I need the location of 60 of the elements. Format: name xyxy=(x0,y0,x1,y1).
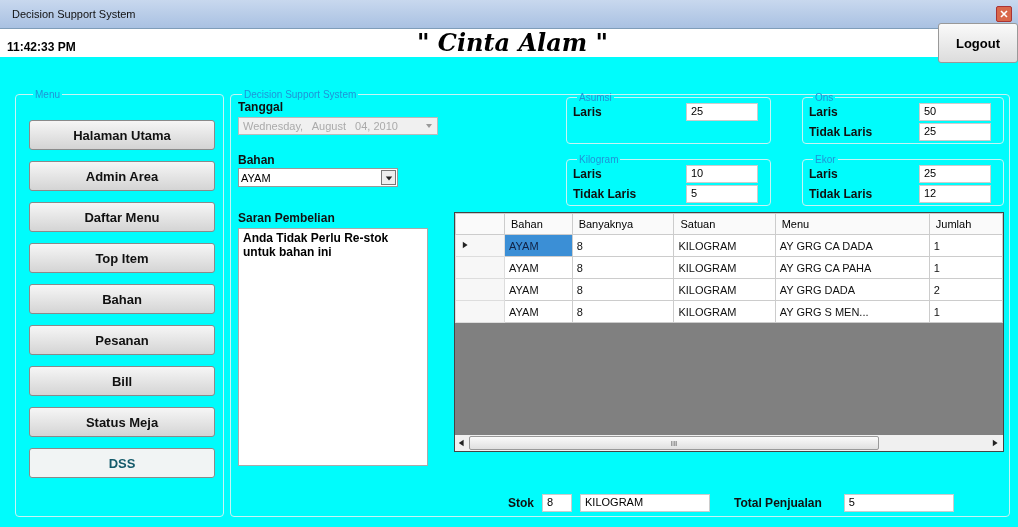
menu-legend: Menu xyxy=(33,89,62,100)
field-label: Tidak Laris xyxy=(573,187,637,201)
app-title: " Cinta Alam " xyxy=(415,29,610,57)
menu-button[interactable]: Top Item xyxy=(29,243,215,273)
clock-text: 11:42:33 PM xyxy=(6,40,77,56)
scroll-thumb[interactable]: III xyxy=(469,436,879,450)
dropdown-arrow-icon xyxy=(425,123,433,129)
group-legend: Asumsi xyxy=(577,92,614,103)
table-cell: AY GRG CA DADA xyxy=(775,234,930,257)
table-cell: AY GRG CA PAHA xyxy=(775,256,930,279)
bahan-dropdown[interactable]: AYAM xyxy=(238,168,398,187)
input-field[interactable]: 12 xyxy=(919,185,991,203)
tanggal-label: Tanggal xyxy=(238,100,285,114)
table-cell: AY GRG DADA xyxy=(775,278,930,301)
column-header[interactable]: Satuan xyxy=(673,213,776,235)
input-field[interactable]: 25 xyxy=(686,103,758,121)
scroll-right-icon xyxy=(992,438,1000,448)
field-label: Laris xyxy=(573,105,602,119)
input-field[interactable]: 25 xyxy=(919,123,991,141)
menu-button[interactable]: DSS xyxy=(29,448,215,478)
input-field[interactable]: 5 xyxy=(686,185,758,203)
column-header[interactable]: Banyaknya xyxy=(572,213,674,235)
input-field[interactable]: 25 xyxy=(919,165,991,183)
satuan-field[interactable]: KILOGRAM xyxy=(580,494,710,512)
menu-button[interactable]: Status Meja xyxy=(29,407,215,437)
dss-legend: Decision Support System xyxy=(242,89,359,100)
menu-button[interactable]: Bahan xyxy=(29,284,215,314)
column-header[interactable]: Bahan xyxy=(504,213,573,235)
saran-text: Anda Tidak Perlu Re-stok untuk bahan ini xyxy=(238,228,428,466)
close-icon xyxy=(1000,10,1008,18)
field-label: Laris xyxy=(573,167,602,181)
menu-button[interactable]: Daftar Menu xyxy=(29,202,215,232)
field-label: Laris xyxy=(809,105,838,119)
horizontal-scrollbar[interactable]: III xyxy=(455,435,1003,451)
menu-button[interactable]: Admin Area xyxy=(29,161,215,191)
column-header[interactable]: Menu xyxy=(775,213,930,235)
total-field[interactable]: 5 xyxy=(843,494,954,512)
input-field[interactable]: 10 xyxy=(686,165,758,183)
bahan-label: Bahan xyxy=(238,153,276,167)
field-label: Laris xyxy=(809,167,838,181)
saran-label: Saran Pembelian xyxy=(238,211,336,225)
group-legend: Ekor xyxy=(813,154,838,165)
stok-label: Stok xyxy=(508,496,534,510)
group-legend: Kilogram xyxy=(577,154,621,165)
menu-button[interactable]: Pesanan xyxy=(29,325,215,355)
total-label: Total Penjualan xyxy=(734,496,822,510)
close-button[interactable] xyxy=(996,6,1012,22)
field-label: Tidak Laris xyxy=(809,187,873,201)
window-title: Decision Support System xyxy=(12,8,136,20)
column-header[interactable]: Jumlah xyxy=(929,213,1003,235)
stok-field[interactable]: 8 xyxy=(542,494,572,512)
field-label: Tidak Laris xyxy=(809,125,873,139)
menu-button[interactable]: Bill xyxy=(29,366,215,396)
group-legend: Ons xyxy=(813,92,836,103)
input-field[interactable]: 50 xyxy=(919,103,991,121)
row-pointer-icon xyxy=(462,239,470,250)
logout-button[interactable]: Logout xyxy=(938,23,1018,63)
menu-button[interactable]: Halaman Utama xyxy=(29,120,215,150)
scroll-left-icon xyxy=(458,438,466,448)
table-cell: AY GRG S MEN... xyxy=(775,300,930,323)
